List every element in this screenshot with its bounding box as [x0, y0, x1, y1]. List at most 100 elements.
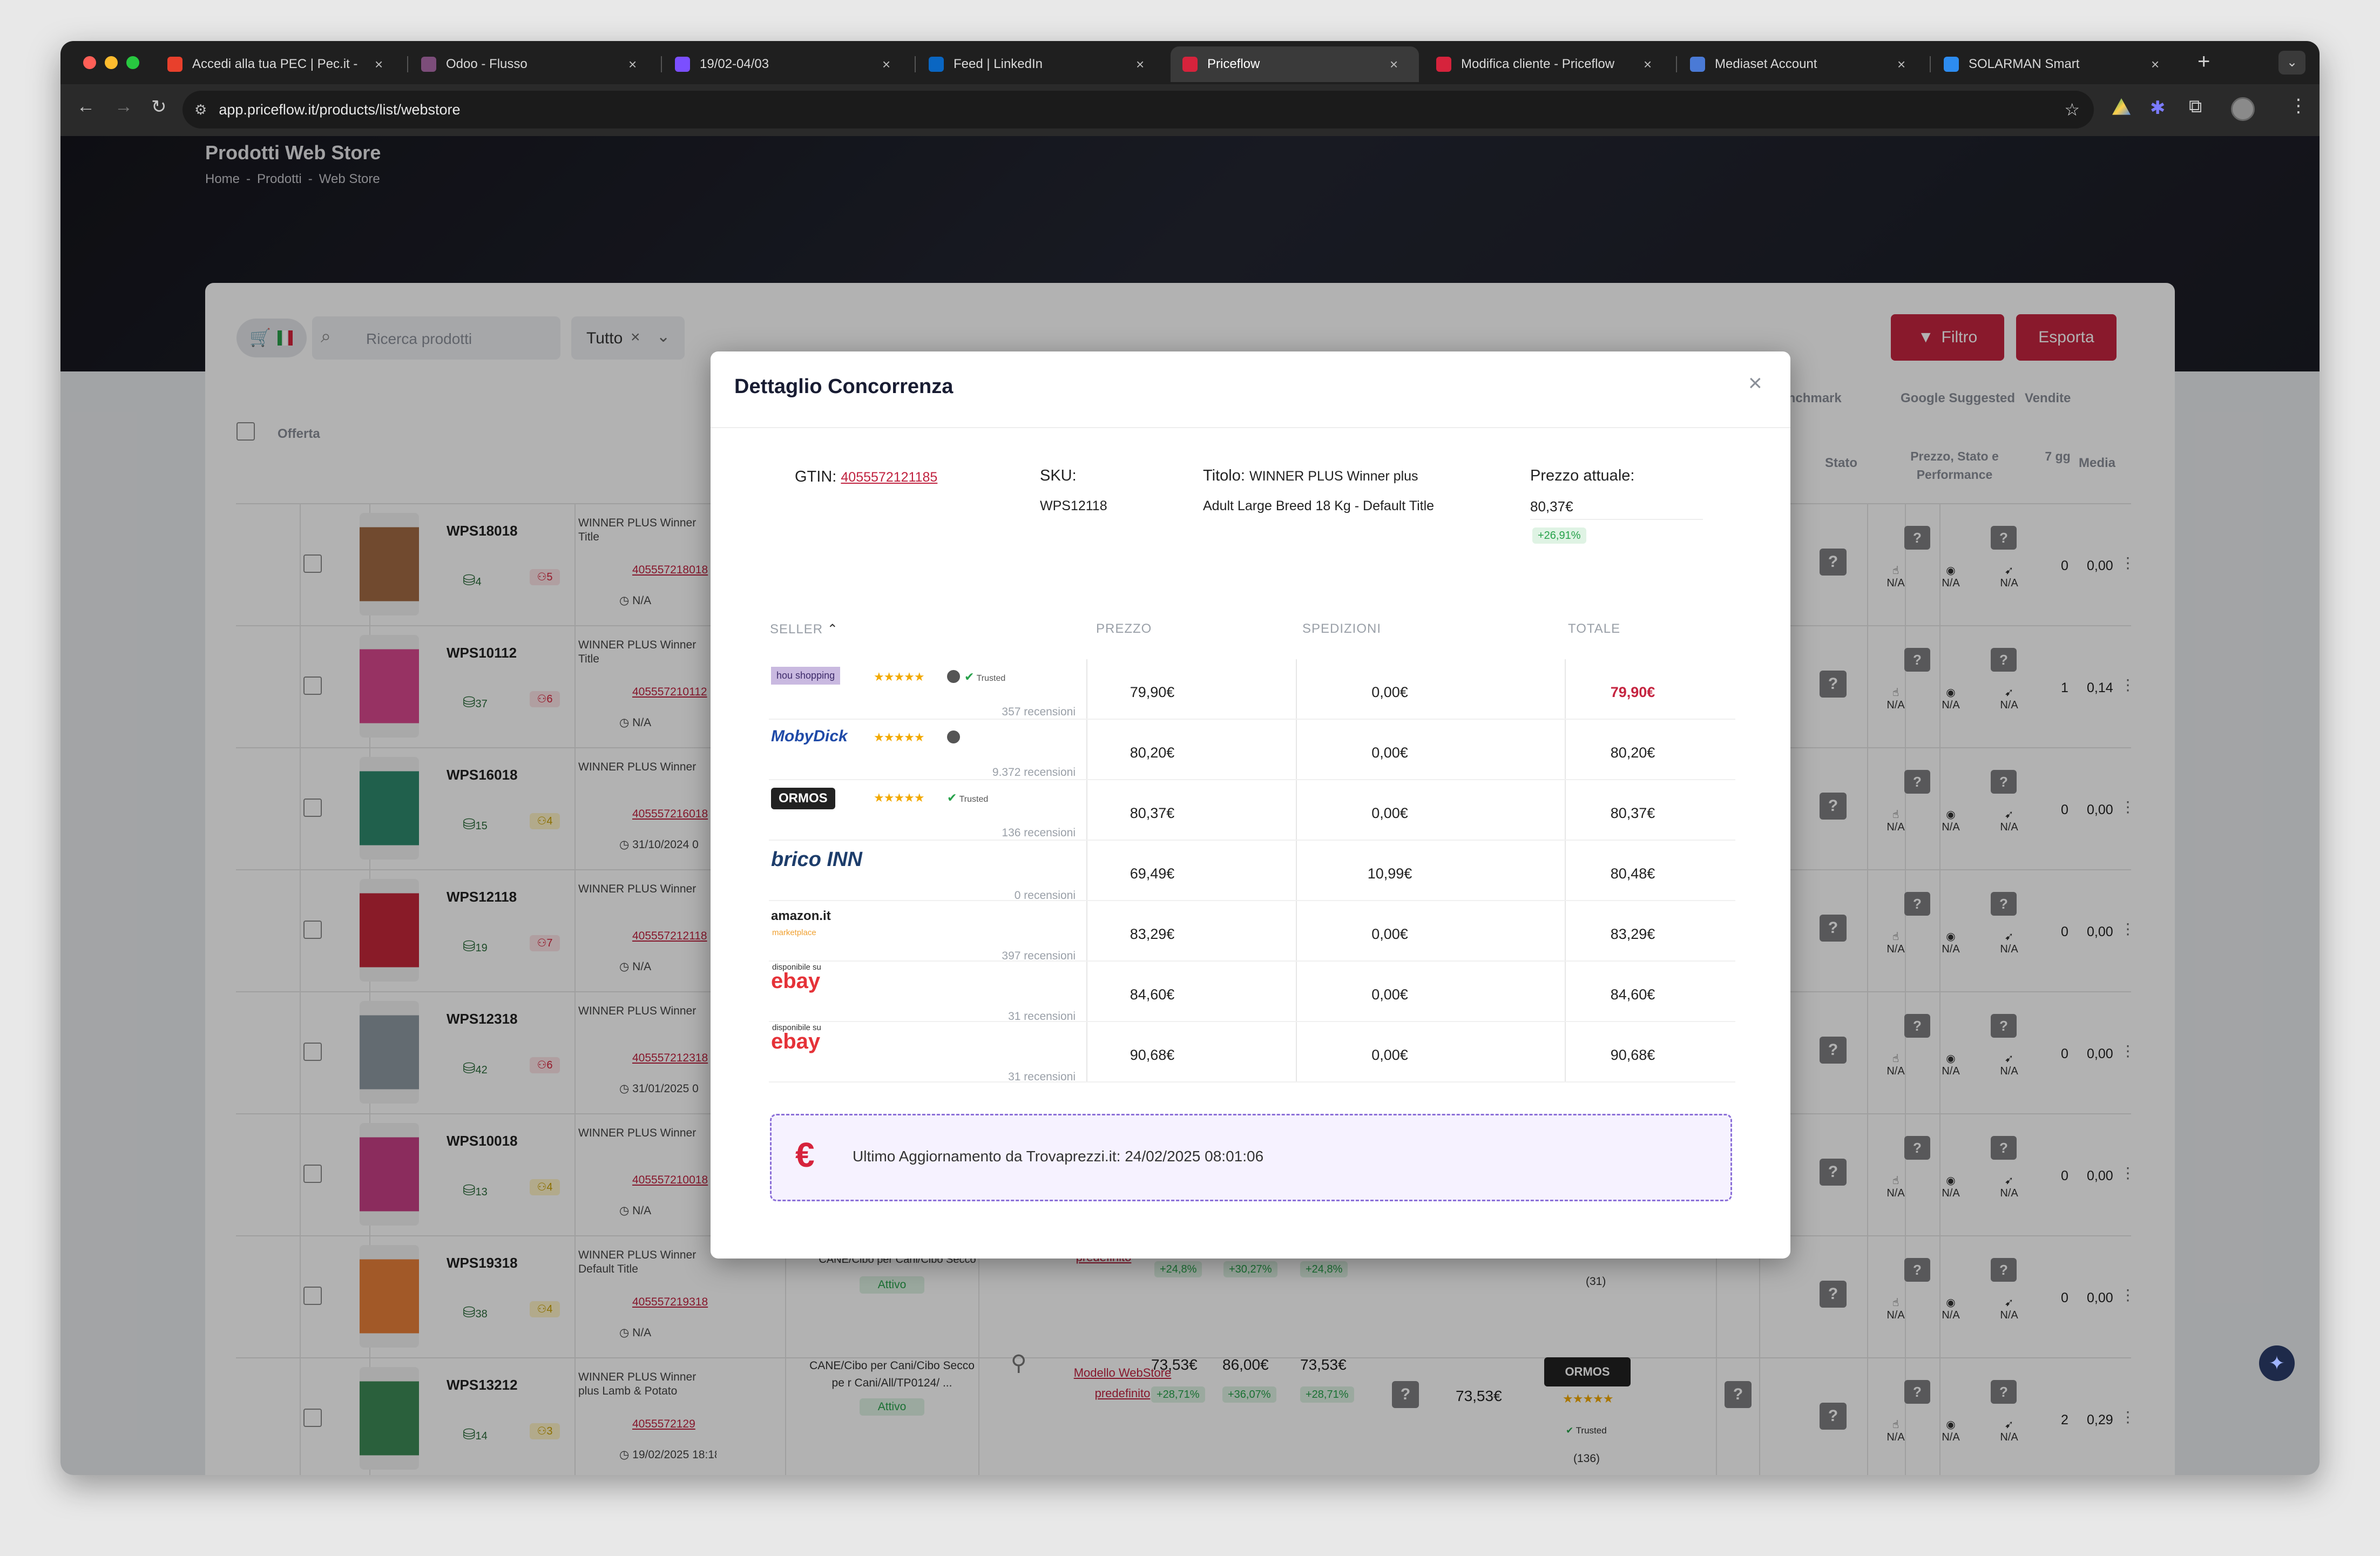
seller-reviews: 357 recensioni	[1002, 706, 1076, 718]
seller-spedizioni: 0,00€	[1371, 926, 1408, 942]
prezzo-label: Prezzo attuale:	[1530, 467, 1635, 484]
tab-5[interactable]: Modifica cliente - Priceflow ×	[1424, 46, 1673, 82]
tab-favicon-icon	[1182, 57, 1198, 72]
browser-menu-icon[interactable]: ⋮	[2289, 95, 2308, 117]
seller-logo-sub: marketplace	[772, 928, 816, 937]
seller-row[interactable]: ebay disponibile su 31 recensioni 90,68€ 0,0…	[769, 1022, 1735, 1083]
tab-2[interactable]: 19/02-04/03 ×	[663, 46, 911, 82]
seller-totale: 84,60€	[1610, 986, 1655, 1003]
seller-totale: 90,68€	[1610, 1047, 1655, 1063]
trusted-badge: ✔ Trusted	[964, 670, 1006, 684]
assistant-sparkle-icon[interactable]: ✦	[2259, 1345, 2295, 1381]
titolo-block: Titolo: WINNER PLUS Winner plus	[1203, 467, 1418, 484]
seller-spedizioni: 0,00€	[1371, 986, 1408, 1003]
site-settings-icon[interactable]: ⚙	[194, 102, 207, 118]
tab-favicon-icon	[167, 57, 182, 72]
header-totale[interactable]: TOTALE	[1568, 621, 1620, 637]
header-prezzo[interactable]: PREZZO	[1096, 621, 1152, 637]
seller-totale: 80,48€	[1610, 865, 1655, 882]
tab-label: Feed | LinkedIn	[954, 57, 1043, 71]
seller-logo: MobyDick	[771, 727, 848, 745]
extension-icon[interactable]: ✱	[2150, 97, 2166, 119]
tab-separator	[1676, 56, 1677, 72]
tab-bar: Accedi alla tua PEC | Pec.it - × Odoo - Fl…	[60, 41, 2320, 84]
tab-label: Accedi alla tua PEC | Pec.it -	[192, 57, 358, 71]
seller-prezzo: 80,20€	[1130, 745, 1175, 761]
tab-favicon-icon	[1690, 57, 1705, 72]
tab-favicon-icon	[1436, 57, 1451, 72]
tab-search-icon[interactable]: ⌄	[2278, 51, 2305, 75]
tab-close-icon[interactable]: ×	[375, 56, 383, 73]
tab-close-icon[interactable]: ×	[1136, 56, 1144, 73]
close-window-icon[interactable]	[83, 56, 96, 69]
seller-row[interactable]: brico INN 0 recensioni 69,49€ 10,99€ 80,48€	[769, 841, 1735, 902]
tab-separator	[915, 56, 916, 72]
reload-icon[interactable]: ↻	[151, 96, 167, 118]
seller-reviews: 9.372 recensioni	[992, 766, 1076, 779]
close-icon[interactable]: ×	[1748, 370, 1762, 397]
rating-stars: ★★★★★	[874, 670, 925, 684]
back-icon[interactable]: ←	[77, 96, 95, 117]
minimize-window-icon[interactable]	[105, 56, 118, 69]
url-field[interactable]: ⚙ app.priceflow.it/products/list/webstor…	[182, 91, 2094, 128]
tab-1[interactable]: Odoo - Flusso ×	[409, 46, 658, 82]
seller-prezzo: 84,60€	[1130, 986, 1175, 1003]
titolo-line-2: Adult Large Breed 18 Kg - Default Title	[1203, 498, 1435, 513]
tab-favicon-icon	[421, 57, 436, 72]
tab-4[interactable]: Priceflow ×	[1171, 46, 1419, 82]
seller-prezzo: 80,37€	[1130, 805, 1175, 821]
tab-6[interactable]: Mediaset Account ×	[1678, 46, 1926, 82]
tab-3[interactable]: Feed | LinkedIn ×	[917, 46, 1165, 82]
url-text: app.priceflow.it/products/list/webstore	[219, 101, 461, 118]
seller-totale: 83,29€	[1610, 926, 1655, 942]
header-seller[interactable]: SELLER ⌃	[770, 621, 839, 637]
browser-window: Accedi alla tua PEC | Pec.it - × Odoo - Fl…	[60, 41, 2320, 1475]
prezzo-value: 80,37€	[1530, 498, 1573, 515]
seller-row[interactable]: ORMOS ★★★★★ ✔ Trusted 136 recensioni 80,37€ 0…	[769, 780, 1735, 841]
tab-favicon-icon	[675, 57, 690, 72]
rating-stars: ★★★★★	[874, 730, 925, 744]
new-tab-icon[interactable]: +	[2198, 50, 2210, 74]
tab-close-icon[interactable]: ×	[628, 56, 637, 73]
seller-totale: 80,37€	[1610, 805, 1655, 821]
seller-logo-sub: disponibile su	[772, 963, 821, 972]
seller-info-icon	[947, 730, 960, 743]
tab-favicon-icon	[1944, 57, 1959, 72]
tab-close-icon[interactable]: ×	[1897, 56, 1905, 73]
tab-close-icon[interactable]: ×	[882, 56, 890, 73]
trovaprezzi-logo-icon: €	[795, 1135, 815, 1174]
seller-prezzo: 79,90€	[1130, 684, 1175, 700]
tab-0[interactable]: Accedi alla tua PEC | Pec.it - ×	[155, 46, 404, 82]
tab-7[interactable]: SOLARMAN Smart ×	[1932, 46, 2180, 82]
seller-logo: ebay	[771, 969, 821, 993]
seller-info-icon	[947, 670, 960, 683]
seller-row[interactable]: MobyDick ★★★★★ 9.372 recensioni 80,20€ 0,00€…	[769, 720, 1735, 780]
maximize-window-icon[interactable]	[126, 56, 139, 69]
tab-close-icon[interactable]: ×	[2151, 56, 2159, 73]
seller-logo: ORMOS	[771, 788, 835, 809]
drive-extension-icon[interactable]	[2112, 98, 2131, 115]
seller-row[interactable]: amazon.it marketplace 397 recensioni 83,29€…	[769, 901, 1735, 962]
seller-spedizioni: 0,00€	[1371, 684, 1408, 700]
seller-logo: amazon.it	[771, 909, 831, 923]
profile-avatar[interactable]	[2231, 97, 2255, 121]
seller-totale: 79,90€	[1610, 684, 1655, 700]
modal-header: Dettaglio Concorrenza ×	[711, 351, 1790, 428]
forward-icon[interactable]: →	[114, 96, 133, 117]
seller-logo: hou shopping	[771, 667, 841, 685]
sort-asc-icon: ⌃	[827, 622, 839, 637]
tab-close-icon[interactable]: ×	[1390, 56, 1398, 73]
tab-label: SOLARMAN Smart	[1969, 57, 2080, 71]
seller-row[interactable]: hou shopping ★★★★★ ✔ Trusted 357 recensioni…	[769, 659, 1735, 720]
tab-close-icon[interactable]: ×	[1644, 56, 1652, 73]
puzzle-extensions-icon[interactable]: ⧉	[2189, 96, 2202, 117]
bookmark-star-icon[interactable]: ☆	[2064, 99, 2080, 120]
trusted-badge: ✔ Trusted	[947, 791, 989, 804]
tab-separator	[661, 56, 662, 72]
header-spedizioni[interactable]: SPEDIZIONI	[1302, 621, 1381, 637]
seller-row[interactable]: ebay disponibile su 31 recensioni 84,60€ 0,0…	[769, 962, 1735, 1023]
sku-label: SKU:	[1040, 467, 1077, 484]
seller-reviews: 31 recensioni	[1008, 1010, 1076, 1023]
gtin-link[interactable]: 4055572121185	[841, 470, 937, 485]
seller-spedizioni: 0,00€	[1371, 805, 1408, 821]
